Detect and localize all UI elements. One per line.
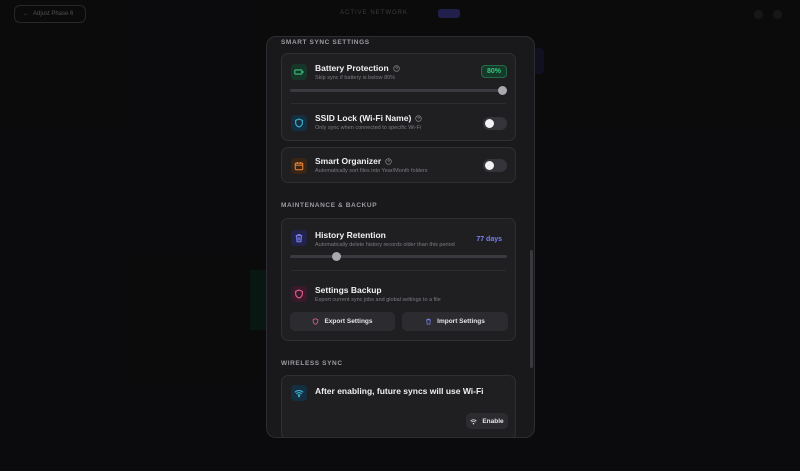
shield-icon — [291, 115, 307, 131]
wireless-message: After enabling, future syncs will use Wi… — [315, 386, 484, 396]
wireless-sync-card: After enabling, future syncs will use Wi… — [281, 375, 516, 437]
trash-icon — [426, 318, 431, 325]
history-title: History Retention — [315, 230, 386, 240]
history-slider-thumb[interactable] — [331, 252, 341, 261]
backup-title: Settings Backup — [315, 285, 382, 295]
battery-description: Skip sync if battery is below 80% — [315, 75, 396, 81]
battery-title: Battery Protection — [315, 63, 400, 73]
battery-slider-thumb[interactable] — [498, 86, 507, 95]
help-icon[interactable] — [415, 114, 422, 122]
ssid-lock-row: SSID Lock (Wi-Fi Name) Only sync when co… — [282, 104, 515, 142]
section-title-wireless: WIRELESS SYNC — [281, 360, 343, 367]
battery-icon — [291, 64, 307, 80]
shield-icon — [313, 318, 319, 325]
organizer-title: Smart Organizer — [315, 156, 392, 166]
maintenance-card: History Retention Automatically delete h… — [281, 218, 516, 341]
smart-sync-card: Battery Protection Skip sync if battery … — [281, 53, 516, 141]
battery-value-badge: 80% — [480, 65, 507, 78]
background-menu-icon — [773, 10, 782, 19]
help-icon[interactable] — [393, 64, 400, 72]
history-description: Automatically delete history records old… — [315, 242, 455, 248]
section-title-smart-sync: SMART SYNC SETTINGS — [281, 39, 370, 46]
wifi-icon — [291, 385, 307, 401]
help-icon[interactable] — [385, 157, 392, 165]
organizer-description: Automatically sort files into Year/Month… — [315, 168, 428, 174]
battery-slider[interactable] — [290, 86, 507, 95]
background-back-button: ← Adjust Phase 6 — [14, 5, 86, 23]
background-back-label: Adjust Phase 6 — [33, 11, 74, 17]
ssid-title: SSID Lock (Wi-Fi Name) — [315, 113, 422, 123]
calendar-icon — [291, 158, 307, 174]
battery-protection-row: Battery Protection Skip sync if battery … — [282, 54, 515, 103]
ssid-description: Only sync when connected to specific Wi-… — [315, 125, 422, 131]
smart-organizer-toggle[interactable] — [483, 159, 507, 172]
shield-icon — [291, 286, 307, 302]
background-badge — [438, 9, 460, 18]
import-settings-button[interactable]: Import Settings — [402, 312, 508, 331]
modal-scrollbar[interactable] — [530, 250, 533, 368]
arrow-left-icon: ← — [23, 11, 29, 17]
divider — [291, 270, 506, 271]
enable-wifi-button[interactable]: Enable — [466, 413, 508, 429]
toggle-knob — [485, 161, 494, 170]
background-settings-icon — [754, 10, 763, 19]
smart-organizer-card: Smart Organizer Automatically sort files… — [281, 147, 516, 183]
section-title-maintenance: MAINTENANCE & BACKUP — [281, 202, 378, 209]
ssid-lock-toggle[interactable] — [483, 117, 507, 130]
wifi-icon — [470, 418, 477, 424]
toggle-knob — [485, 119, 494, 128]
backup-description: Export current sync jobs and global sett… — [315, 297, 441, 303]
trash-icon — [291, 230, 307, 246]
history-retention-slider[interactable] — [290, 252, 507, 261]
background-title: ACTIVE NETWORK — [340, 10, 409, 16]
export-settings-button[interactable]: Export Settings — [290, 312, 395, 331]
history-value-badge: 77 days — [476, 236, 502, 243]
settings-modal: SMART SYNC SETTINGS Battery Protection S… — [266, 36, 535, 438]
